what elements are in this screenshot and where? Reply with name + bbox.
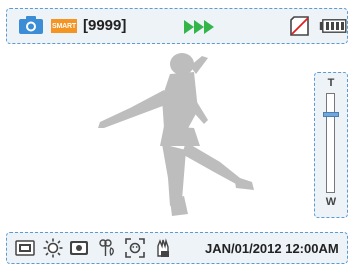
date-time-stamp: JAN/01/2012 12:00AM xyxy=(205,241,339,256)
triple-play-icon xyxy=(184,20,214,34)
top-status-bar: SMART [9999] xyxy=(6,8,348,44)
anti-shake-icon[interactable] xyxy=(153,238,173,258)
face-detection-icon[interactable] xyxy=(125,238,145,258)
bottom-settings-bar: JAN/01/2012 12:00AM xyxy=(6,232,348,264)
camera-mode-icon[interactable] xyxy=(18,15,44,35)
macro-flower-icon[interactable] xyxy=(97,238,117,258)
smart-mode-badge: SMART xyxy=(51,19,77,33)
zoom-tele-label: T xyxy=(327,77,335,89)
shots-remaining-count: [9999] xyxy=(83,17,127,34)
zoom-indicator[interactable]: T W xyxy=(314,72,348,218)
image-size-icon[interactable] xyxy=(15,238,35,258)
zoom-track[interactable] xyxy=(326,93,335,193)
white-balance-icon[interactable] xyxy=(43,238,63,258)
subject-silhouette-image xyxy=(98,53,254,216)
zoom-level-handle[interactable] xyxy=(323,112,339,117)
exposure-icon[interactable] xyxy=(69,238,89,258)
battery-icon xyxy=(319,19,347,33)
memory-card-icon xyxy=(290,16,309,36)
zoom-wide-label: W xyxy=(325,196,337,208)
